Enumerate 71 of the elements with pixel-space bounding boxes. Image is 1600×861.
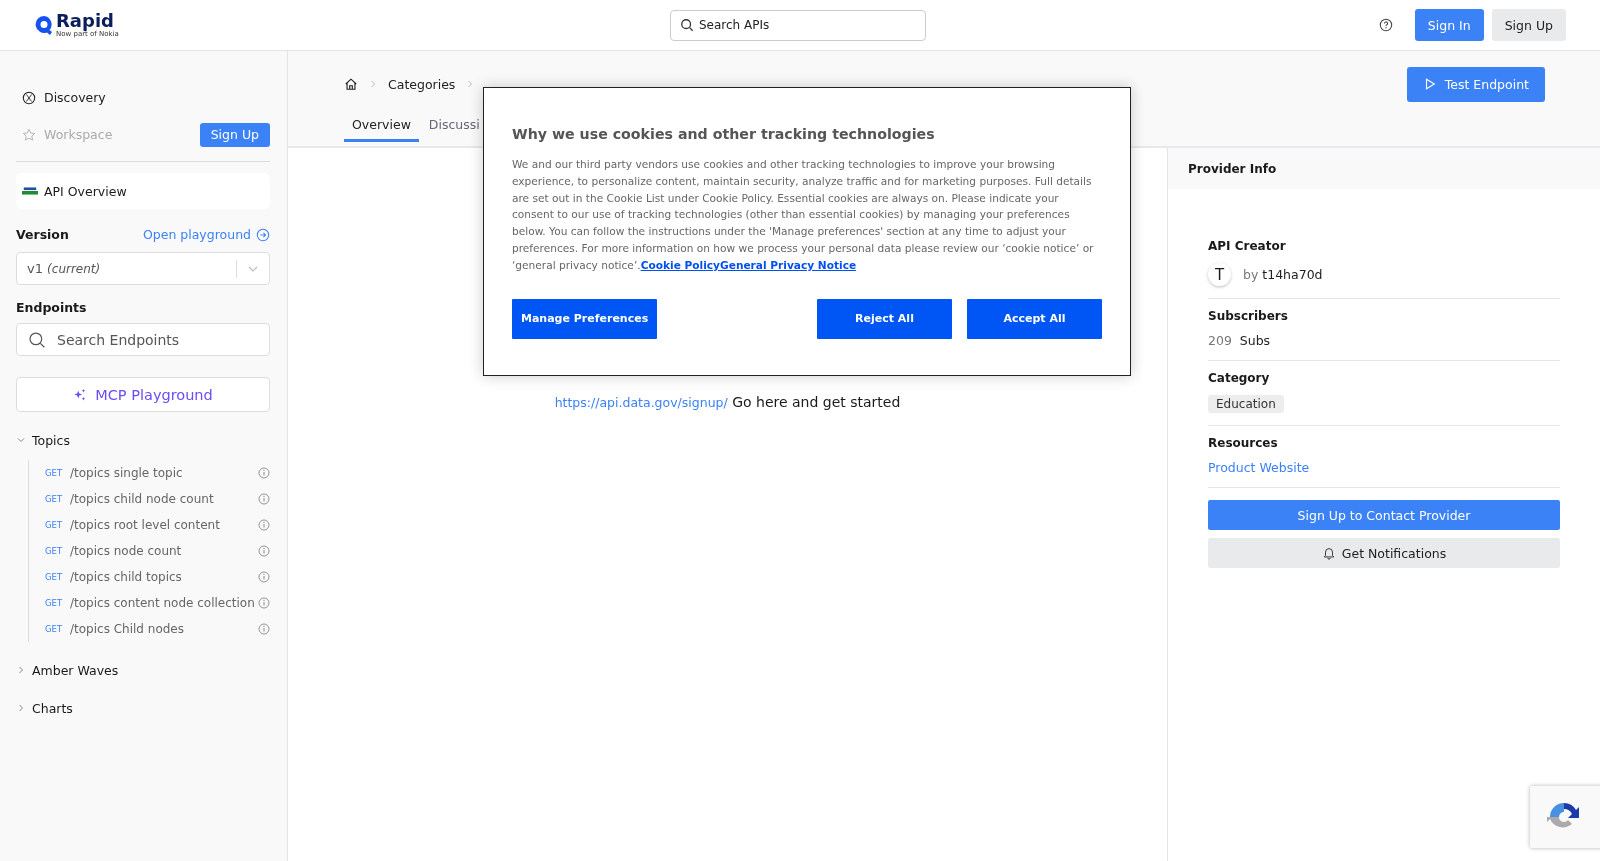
- endpoint-item[interactable]: GET /topics child node count: [45, 486, 270, 512]
- sign-up-button[interactable]: Sign Up: [199, 122, 270, 147]
- section-label: Subscribers: [1208, 309, 1288, 323]
- category-tag: Education: [1208, 395, 1284, 413]
- test-endpoint-button[interactable]: Test Endpoint: [1406, 66, 1545, 102]
- dialog-text: We and our third party vendors use cookies and other tracking technologies to improve your browsing experience, to personalize content, maintain security, analyze traffic and for marketing purposes. Full details are set out in the Cookie List under Cookie Policy. Essential cookies are always on. Please indicate your consent to our use of tracking technologies (other than essential cookies) by managing your preferences below. You can follow the instructions under the 'Manage preferences' section at any time to adjust your preferences. For more information on how we process your personal data please review our ‘cookie notice’ or ‘general privacy notice’.Cookie PolicyGeneral Privacy Notice: [512, 157, 1095, 273]
- endpoint-item[interactable]: GET /topics root level content: [45, 512, 270, 538]
- bell-icon: [1321, 546, 1336, 560]
- info-icon: [258, 519, 270, 531]
- endpoint-item[interactable]: GET /topics Child nodes: [45, 616, 270, 642]
- tab[interactable]: Overview: [344, 110, 419, 142]
- group-toggle[interactable]: Charts: [16, 698, 270, 718]
- subscriber-count: 209 Subs: [1208, 333, 1271, 348]
- product-website-link[interactable]: Product Website: [1208, 460, 1310, 475]
- info-icon: [258, 493, 270, 505]
- info-icon: [258, 623, 270, 635]
- search-icon: [680, 17, 694, 32]
- mcp-playground-button[interactable]: MCP Playground: [16, 377, 270, 412]
- avatar: T: [1208, 263, 1231, 286]
- section-label: API Creator: [1208, 239, 1286, 253]
- sparkle-icon: [73, 387, 88, 402]
- chevron-icon: [16, 435, 26, 445]
- content-text: Go here and get started: [732, 394, 901, 410]
- search-endpoints-field[interactable]: Search Endpoints: [16, 323, 270, 356]
- sign-in-button[interactable]: Sign In: [1414, 9, 1484, 41]
- creator-text: by t14ha70d: [1243, 267, 1323, 282]
- logo-icon: [34, 15, 54, 35]
- chevron-right-icon: [368, 79, 378, 89]
- policy-link[interactable]: Cookie Policy: [640, 258, 720, 271]
- sign-up-button[interactable]: Sign Up: [1491, 9, 1566, 41]
- search-field[interactable]: Search APIs: [670, 9, 926, 41]
- compass-icon: [22, 90, 36, 105]
- version-select[interactable]: v1 (current): [16, 252, 270, 285]
- search-icon: [28, 331, 46, 349]
- info-icon: [258, 571, 270, 583]
- section-label: Endpoints: [16, 300, 88, 315]
- dialog-title: Why we use cookies and other tracking technologies: [512, 126, 936, 142]
- reject-all-button[interactable]: Reject All: [817, 298, 952, 339]
- tab[interactable]: Discussi: [420, 110, 488, 142]
- breadcrumb-link[interactable]: Categories: [388, 76, 456, 92]
- policy-link[interactable]: General Privacy Notice: [720, 258, 857, 271]
- help-icon[interactable]: [1378, 18, 1393, 32]
- group-toggle[interactable]: Amber Waves: [16, 660, 270, 680]
- endpoint-item[interactable]: GET /topics single topic: [45, 460, 270, 486]
- nav-item[interactable]: Discovery: [16, 90, 106, 105]
- info-icon: [258, 467, 270, 479]
- section-label: Category: [1208, 371, 1270, 385]
- recaptcha-badge[interactable]: [1530, 786, 1600, 848]
- section-label: Resources: [1208, 436, 1278, 450]
- section-label: Version: [16, 227, 69, 242]
- star-icon: [22, 127, 36, 142]
- home-icon[interactable]: [344, 77, 358, 91]
- arrow-circle-icon: [256, 227, 270, 242]
- accept-all-button[interactable]: Accept All: [967, 298, 1102, 339]
- info-icon: [258, 597, 270, 609]
- panel-header: Provider Info: [1168, 148, 1600, 189]
- contact-provider-button[interactable]: Sign Up to Contact Provider: [1208, 500, 1560, 530]
- chevron-icon: [16, 703, 26, 713]
- group-toggle[interactable]: Topics: [16, 430, 270, 450]
- logo-wordmark: Rapid: [56, 12, 114, 30]
- api-overview-item[interactable]: API Overview: [16, 173, 270, 209]
- endpoint-item[interactable]: GET /topics node count: [45, 538, 270, 564]
- chevron-icon: [16, 665, 26, 675]
- endpoint-item[interactable]: GET /topics content node collection: [45, 590, 270, 616]
- signup-link[interactable]: https://api.data.gov/signup/: [554, 395, 728, 410]
- open-playground-link[interactable]: Open playground: [142, 227, 270, 242]
- api-logo-icon: [22, 186, 38, 196]
- manage-preferences-button[interactable]: Manage Preferences: [512, 298, 658, 339]
- info-icon: [258, 545, 270, 557]
- endpoint-item[interactable]: GET /topics child topics: [45, 564, 270, 590]
- get-notifications-button[interactable]: Get Notifications: [1208, 538, 1560, 568]
